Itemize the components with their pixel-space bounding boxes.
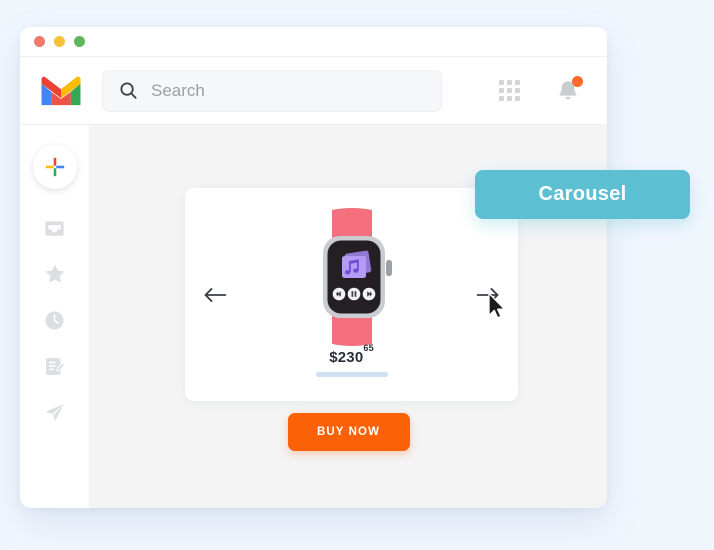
send-icon xyxy=(45,403,64,421)
browser-window: $23065 BUY NOW xyxy=(20,27,607,508)
inbox-icon xyxy=(45,220,64,236)
apps-grid-icon[interactable] xyxy=(499,79,521,102)
media-controls xyxy=(332,287,375,301)
sidebar xyxy=(20,125,90,508)
window-titlebar xyxy=(20,27,607,57)
carousel-prev-button[interactable] xyxy=(198,281,232,309)
price-cents: 65 xyxy=(363,343,374,354)
annotation-badge-carousel: Carousel xyxy=(475,170,690,219)
app-header xyxy=(20,57,607,125)
notifications-button[interactable] xyxy=(555,75,583,104)
arrow-left-icon xyxy=(204,287,227,302)
price-underline xyxy=(315,372,388,377)
arrow-right-icon xyxy=(476,287,499,302)
clock-icon xyxy=(45,310,64,330)
carousel-card: $23065 xyxy=(185,188,518,401)
product-image-smartwatch xyxy=(306,208,398,346)
window-minimize-button[interactable] xyxy=(54,36,65,47)
window-maximize-button[interactable] xyxy=(74,36,85,47)
star-icon xyxy=(45,264,64,283)
buy-now-button[interactable]: BUY NOW xyxy=(287,413,410,451)
sidebar-item-inbox[interactable] xyxy=(42,215,68,241)
draft-icon xyxy=(46,357,66,375)
search-icon xyxy=(119,81,138,100)
carousel-next-button[interactable] xyxy=(471,281,505,309)
window-close-button[interactable] xyxy=(34,36,45,47)
search-input[interactable] xyxy=(151,80,425,101)
sidebar-item-drafts[interactable] xyxy=(42,353,68,379)
header-actions xyxy=(499,75,585,104)
plus-icon xyxy=(45,157,64,177)
gmail-logo xyxy=(38,73,84,109)
sidebar-item-sent[interactable] xyxy=(42,399,68,425)
product-price: $23065 xyxy=(185,343,518,366)
price-amount: $230 xyxy=(329,349,364,366)
search-bar[interactable] xyxy=(102,69,442,112)
notification-badge xyxy=(572,75,583,87)
sidebar-item-starred[interactable] xyxy=(42,261,68,287)
compose-button[interactable] xyxy=(32,145,77,189)
sidebar-item-snoozed[interactable] xyxy=(42,307,68,333)
